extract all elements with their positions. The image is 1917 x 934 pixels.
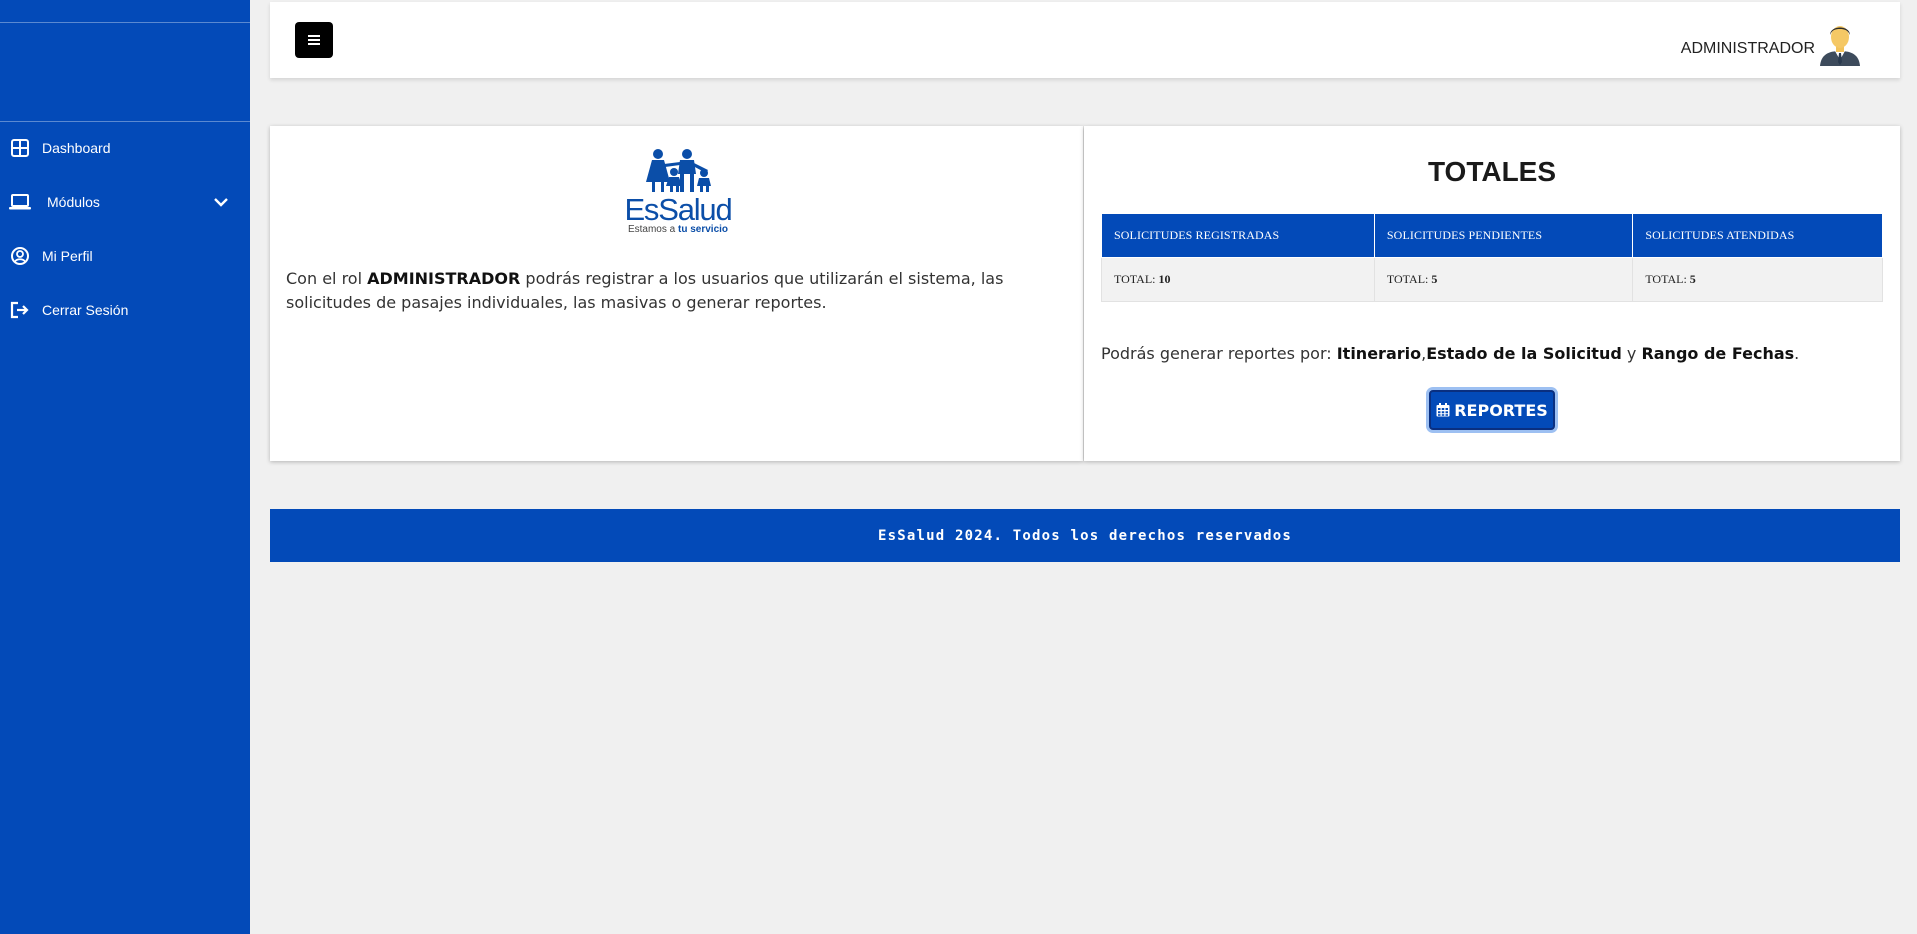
- sidebar-item-cerrar-sesion[interactable]: Cerrar Sesión: [0, 290, 250, 330]
- sidebar-item-label: Dashboard: [42, 140, 111, 156]
- total-registradas: TOTAL: 10: [1101, 257, 1375, 302]
- role-name: ADMINISTRADOR: [367, 269, 521, 288]
- column-header-pendientes: SOLICITUDES PENDIENTES: [1373, 213, 1634, 258]
- user-avatar-icon[interactable]: [1818, 22, 1862, 66]
- intro-text: Con el rol: [286, 269, 368, 288]
- table-row: TOTAL: 10 TOTAL: 5 TOTAL: 5: [1101, 257, 1883, 302]
- total-pendientes: TOTAL: 5: [1373, 257, 1634, 302]
- sidebar-item-label: Cerrar Sesión: [42, 302, 129, 318]
- footer: EsSalud 2024. Todos los derechos reserva…: [270, 509, 1900, 562]
- sidebar-item-label: Mi Perfil: [42, 248, 93, 264]
- sidebar-divider: [0, 121, 250, 122]
- sidebar: Dashboard Módulos Mi Perfil Cerrar Sesió…: [0, 0, 250, 934]
- column-header-registradas: SOLICITUDES REGISTRADAS: [1101, 213, 1375, 258]
- sidebar-item-dashboard[interactable]: Dashboard: [0, 128, 250, 168]
- svg-text:Estamos a tu servicio: Estamos a tu servicio: [628, 224, 728, 234]
- chevron-down-icon[interactable]: [212, 193, 230, 211]
- laptop-icon: [9, 191, 31, 213]
- logout-icon: [9, 299, 31, 321]
- hamburger-icon: [308, 35, 320, 45]
- column-header-atendidas: SOLICITUDES ATENDIDAS: [1632, 213, 1883, 258]
- svg-text:EsSalud: EsSalud: [624, 192, 731, 227]
- sidebar-item-modulos[interactable]: Módulos: [0, 182, 250, 222]
- footer-text: EsSalud 2024. Todos los derechos reserva…: [877, 527, 1293, 544]
- calendar-icon: [1436, 403, 1450, 417]
- welcome-card: EsSalud Estamos a tu servicio Con el rol…: [270, 126, 1083, 461]
- sidebar-item-label: Módulos: [47, 194, 100, 210]
- role-description: Con el rol ADMINISTRADOR podrás registra…: [286, 267, 1071, 315]
- sidebar-item-mi-perfil[interactable]: Mi Perfil: [0, 236, 250, 276]
- totals-title: TOTALES: [1427, 156, 1557, 187]
- reports-description: Podrás generar reportes por: Itinerario,…: [1101, 344, 1800, 363]
- top-navbar: ADMINISTRADOR: [270, 2, 1900, 78]
- user-circle-icon: [9, 245, 31, 267]
- totals-card: TOTALES SOLICITUDES REGISTRADAS SOLICITU…: [1084, 126, 1900, 461]
- grid-icon: [9, 137, 31, 159]
- totals-table: SOLICITUDES REGISTRADAS SOLICITUDES PEND…: [1101, 213, 1883, 302]
- sidebar-divider-top: [0, 22, 250, 23]
- menu-toggle-button[interactable]: [295, 22, 333, 58]
- user-name[interactable]: ADMINISTRADOR: [1681, 40, 1815, 58]
- total-atendidas: TOTAL: 5: [1632, 257, 1883, 302]
- essalud-logo: EsSalud Estamos a tu servicio: [624, 149, 733, 234]
- reportes-button[interactable]: REPORTES: [1429, 390, 1555, 430]
- reportes-button-label: REPORTES: [1454, 400, 1548, 420]
